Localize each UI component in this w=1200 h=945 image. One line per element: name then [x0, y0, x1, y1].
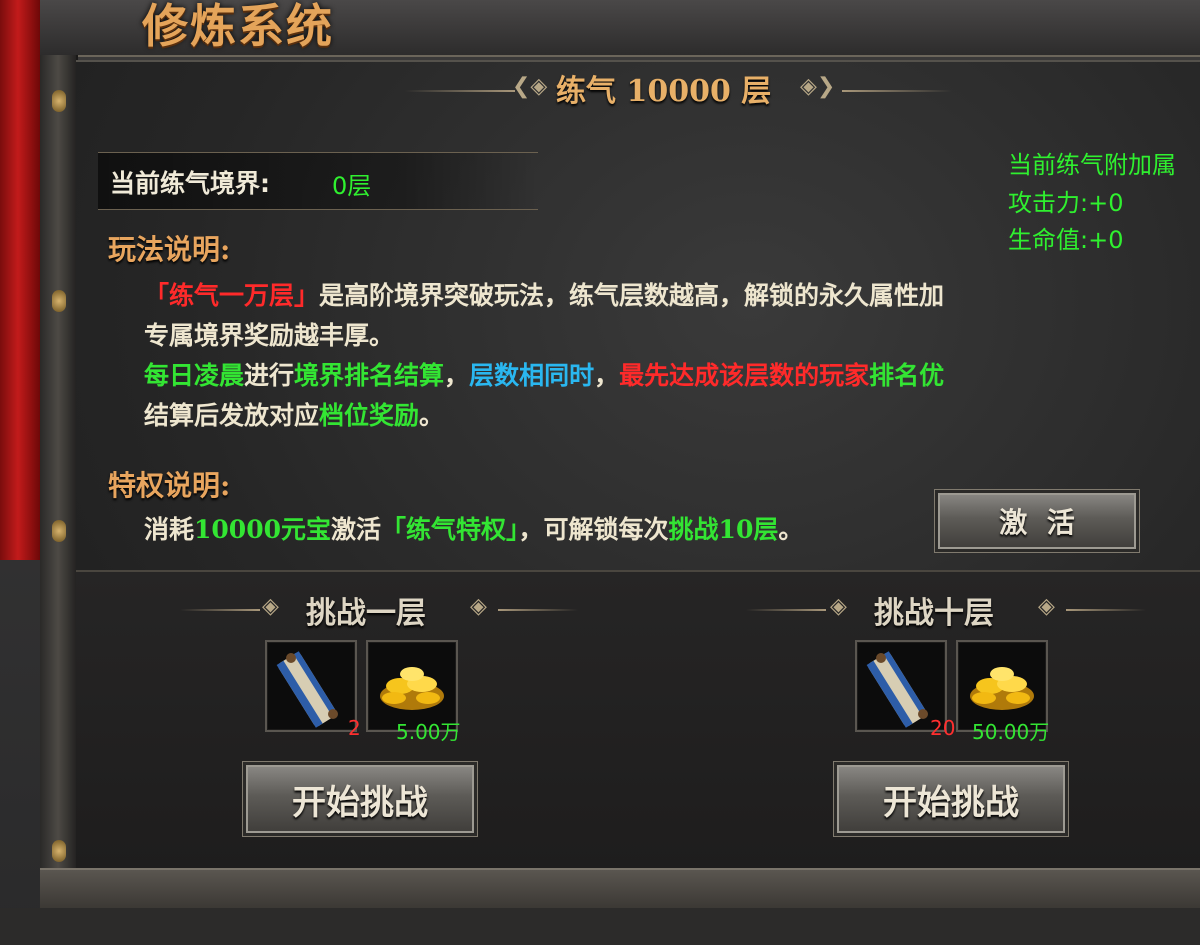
challenge-ten-gold-qty: 50.00万 [972, 720, 1050, 744]
challenge-ten-title: 挑战十层 [874, 596, 994, 631]
rail-knob-icon [52, 90, 66, 112]
challenge-ten-scroll-qty: 20 [930, 716, 956, 740]
header-ornament-right-icon: ◈❯ [800, 74, 836, 99]
left-rail-decoration [40, 55, 78, 905]
gameplay-line-4: 结算后发放对应档位奖励。 [144, 401, 445, 430]
bottom-strip [0, 908, 1200, 945]
realm-label: 当前练气境界: [110, 169, 270, 198]
gameplay-title: 玩法说明: [108, 233, 231, 266]
activate-button[interactable]: 激 活 [935, 490, 1139, 552]
rail-knob-icon [52, 520, 66, 542]
scroll-icon [276, 651, 338, 728]
challenge-ten-ornament-left [746, 609, 826, 611]
gameplay-line-3: 每日凌晨进行境界排名结算，层数相同时，最先达成该层数的玩家排名优 [144, 361, 945, 390]
challenge-one-ornament-right [498, 609, 578, 611]
challenge-one-ornament-left-icon: ◈ [262, 594, 279, 619]
header-ornament-left [405, 90, 515, 92]
attribute-title: 当前练气附加属 [1008, 151, 1176, 179]
page-title: 练气 10000 层 [556, 74, 772, 109]
start-challenge-one-button[interactable]: 开始挑战 [243, 762, 477, 836]
bottom-frame [40, 868, 1200, 912]
challenge-one-gold-qty: 5.00万 [396, 720, 461, 744]
rail-knob-icon [52, 840, 66, 862]
scroll-item-slot[interactable] [265, 640, 357, 732]
challenge-one-title: 挑战一层 [306, 596, 426, 631]
gameplay-line-2: 专属境界奖励越丰厚。 [144, 321, 395, 350]
realm-value: 0层 [332, 172, 372, 200]
hp-attribute: 生命值:+0 [1008, 226, 1124, 254]
header-ornament-left-icon: ❮◈ [512, 74, 548, 99]
header-ornament-right [842, 90, 952, 92]
start-challenge-ten-button[interactable]: 开始挑战 [834, 762, 1068, 836]
rail-knob-icon [52, 290, 66, 312]
challenge-one-ornament-right-icon: ◈ [470, 594, 487, 619]
privilege-line: 消耗10000元宝激活「练气特权」，可解锁每次挑战10层。 [144, 515, 804, 544]
challenge-ten-ornament-right-icon: ◈ [1038, 594, 1055, 619]
privilege-title: 特权说明: [108, 469, 231, 502]
challenge-one-scroll-qty: 2 [348, 716, 361, 740]
challenge-ten-ornament-right [1066, 609, 1146, 611]
attack-attribute: 攻击力:+0 [1008, 189, 1124, 217]
red-ribbon-decoration [0, 0, 40, 560]
gameplay-line-1: 「练气一万层」是高阶境界突破玩法，练气层数越高，解锁的永久属性加 [144, 281, 945, 310]
challenge-ten-ornament-left-icon: ◈ [830, 594, 847, 619]
window-title: 修炼系统 [142, 0, 334, 53]
challenge-one-ornament-left [180, 609, 260, 611]
